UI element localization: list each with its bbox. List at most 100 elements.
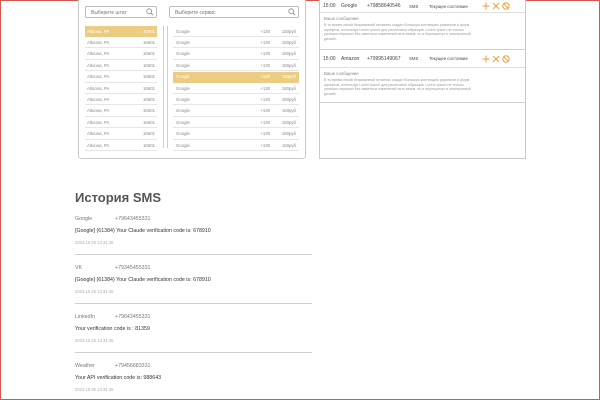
number-card: 15:00 Amazon +79995149067 SMS Текущее состоя…: [320, 50, 525, 103]
sms-service: Google: [75, 216, 93, 222]
city-code: 16601: [143, 39, 155, 45]
service-name: Google: [176, 62, 190, 68]
sms-header: VK +79345455331: [75, 265, 312, 271]
service-search-placeholder: Выберите сервис: [175, 10, 216, 16]
number-card: 15:00 Google +79858640546 SMS Текущее состоя…: [320, 0, 525, 50]
close-icon[interactable]: [491, 1, 501, 11]
city-code: 16601: [143, 96, 155, 102]
city-name: Altoona, PA: [87, 142, 110, 148]
sms-message: [Google] (61384) Your Claude verificatio…: [75, 277, 211, 283]
city-code: 16601: [143, 142, 155, 148]
service-price: 150руб: [281, 62, 296, 68]
service-search-input[interactable]: Выберите сервис: [169, 6, 299, 18]
sms-number: +79643455331: [115, 314, 151, 320]
service-price: 150руб: [281, 51, 296, 57]
card-header: 15:00 Google +79858640546 SMS Текущее состоя…: [320, 0, 525, 13]
card-service: Google: [341, 3, 358, 9]
city-list-item[interactable]: Altoona, PA 16601: [85, 117, 157, 129]
service-price: 150руб: [281, 108, 296, 114]
service-list-item[interactable]: Google +130 150руб: [173, 49, 299, 60]
city-list-item[interactable]: Altoona, PA 16601: [85, 37, 157, 49]
plus-icon[interactable]: [481, 1, 491, 11]
service-count: +130: [260, 28, 270, 34]
sms-history-item: Weather +79456683331 Your API verification…: [75, 363, 312, 395]
service-list-item[interactable]: Google +130 150руб: [173, 94, 299, 106]
service-count: +130: [260, 131, 270, 137]
city-search-input[interactable]: Выберите штат: [85, 6, 157, 18]
service-price: 150руб: [281, 28, 296, 34]
plus-icon[interactable]: [481, 54, 491, 64]
city-code: 16601: [143, 108, 155, 114]
city-name: Altoona, PA: [87, 62, 110, 68]
city-code: 16601: [143, 131, 155, 137]
service-list-item[interactable]: Google +130 150руб: [173, 83, 299, 94]
city-name: Altoona, PA: [87, 28, 110, 34]
card-message-text: В то время некий безымянный печатник соз…: [324, 78, 471, 96]
service-count: +130: [260, 119, 270, 125]
city-list-item[interactable]: Altoona, PA 16601: [85, 140, 157, 151]
sms-date: 2023.10.25 13:31:36: [75, 240, 114, 245]
city-list-item[interactable]: Altoona, PA 16601: [85, 72, 157, 83]
service-list-item[interactable]: Google +130 150руб: [173, 106, 299, 117]
city-name: Altoona, PA: [87, 131, 110, 137]
service-list-item[interactable]: Google +130 150руб: [173, 37, 299, 49]
block-icon[interactable]: [501, 54, 511, 64]
sms-history-item: Google +79643455331 [Google] (61384) Your …: [75, 216, 312, 255]
sms-history-item: VK +79345455331 [Google] (61384) Your Clau…: [75, 265, 312, 304]
card-time: 15:00: [323, 55, 336, 62]
service-name: Google: [176, 142, 190, 148]
city-search-placeholder: Выберите штат: [91, 10, 127, 16]
close-icon[interactable]: [491, 54, 501, 64]
service-list-item[interactable]: Google +130 150руб: [173, 71, 299, 83]
service-price: 150руб: [281, 119, 296, 125]
city-name: Altoona, PA: [87, 74, 110, 80]
service-list-item[interactable]: Google +130 150руб: [173, 140, 299, 151]
sms-header: LinkedIn +79643455331: [75, 314, 312, 320]
search-icon: [146, 8, 154, 16]
city-list-item[interactable]: Altoona, PA 16601: [85, 60, 157, 72]
card-message-text: В то время некий безымянный печатник соз…: [324, 23, 471, 41]
service-price: 150руб: [281, 142, 296, 148]
block-icon[interactable]: [501, 1, 511, 11]
card-type: SMS: [409, 56, 419, 61]
sms-message: Your API verification code is: 988643: [75, 375, 162, 381]
card-header: 15:00 Amazon +79995149067 SMS Текущее состоя…: [320, 50, 525, 68]
city-list-item[interactable]: Altoona, PA 16601: [85, 26, 157, 37]
sms-header: Google +79643455331: [75, 216, 312, 222]
city-code: 16601: [143, 85, 155, 91]
sms-service: VK: [75, 265, 83, 271]
number-selector-panel: Выберите штат Выберите сервис Altoona, P…: [78, 0, 306, 159]
city-list-item[interactable]: Altoona, PA 16601: [85, 49, 157, 60]
service-count: +130: [260, 39, 270, 45]
card-state: Текущее состояние: [429, 3, 468, 9]
service-price: 150руб: [281, 96, 296, 102]
service-list-item[interactable]: Google +130 150руб: [173, 129, 299, 140]
service-price: 150руб: [281, 39, 296, 45]
city-list-item[interactable]: Altoona, PA 16601: [85, 106, 157, 117]
city-code: 16601: [143, 74, 155, 80]
service-list-item[interactable]: Google +130 150руб: [173, 60, 299, 72]
card-body: Ваше сообщение В то время некий безымянны…: [320, 13, 525, 44]
sms-number: +79643455331: [115, 216, 151, 222]
sms-message: [Google] (61384) Your Claude verificatio…: [75, 228, 211, 234]
service-name: Google: [176, 28, 190, 34]
service-list-item[interactable]: Google +130 150руб: [173, 26, 299, 37]
service-name: Google: [176, 51, 190, 57]
card-service: Amazon: [341, 55, 360, 62]
city-name: Altoona, PA: [87, 108, 110, 114]
card-state: Текущее состояние: [429, 56, 468, 61]
city-code: 16601: [143, 62, 155, 68]
history-title: История SMS: [75, 190, 162, 205]
sms-header: Weather +79456683331: [75, 363, 312, 369]
card-number: +79995149067: [367, 55, 401, 62]
city-list-item[interactable]: Altoona, PA 16601: [85, 129, 157, 140]
sms-number: +79345455331: [115, 265, 151, 271]
sms-history-item: LinkedIn +79643455331 Your verification co…: [75, 314, 312, 353]
city-list-item[interactable]: Altoona, PA 16601: [85, 94, 157, 106]
service-list-item[interactable]: Google +130 150руб: [173, 117, 299, 129]
service-name: Google: [176, 119, 190, 125]
city-name: Altoona, PA: [87, 119, 110, 125]
service-name: Google: [176, 96, 190, 102]
service-count: +130: [260, 108, 270, 114]
city-list-item[interactable]: Altoona, PA 16601: [85, 83, 157, 94]
